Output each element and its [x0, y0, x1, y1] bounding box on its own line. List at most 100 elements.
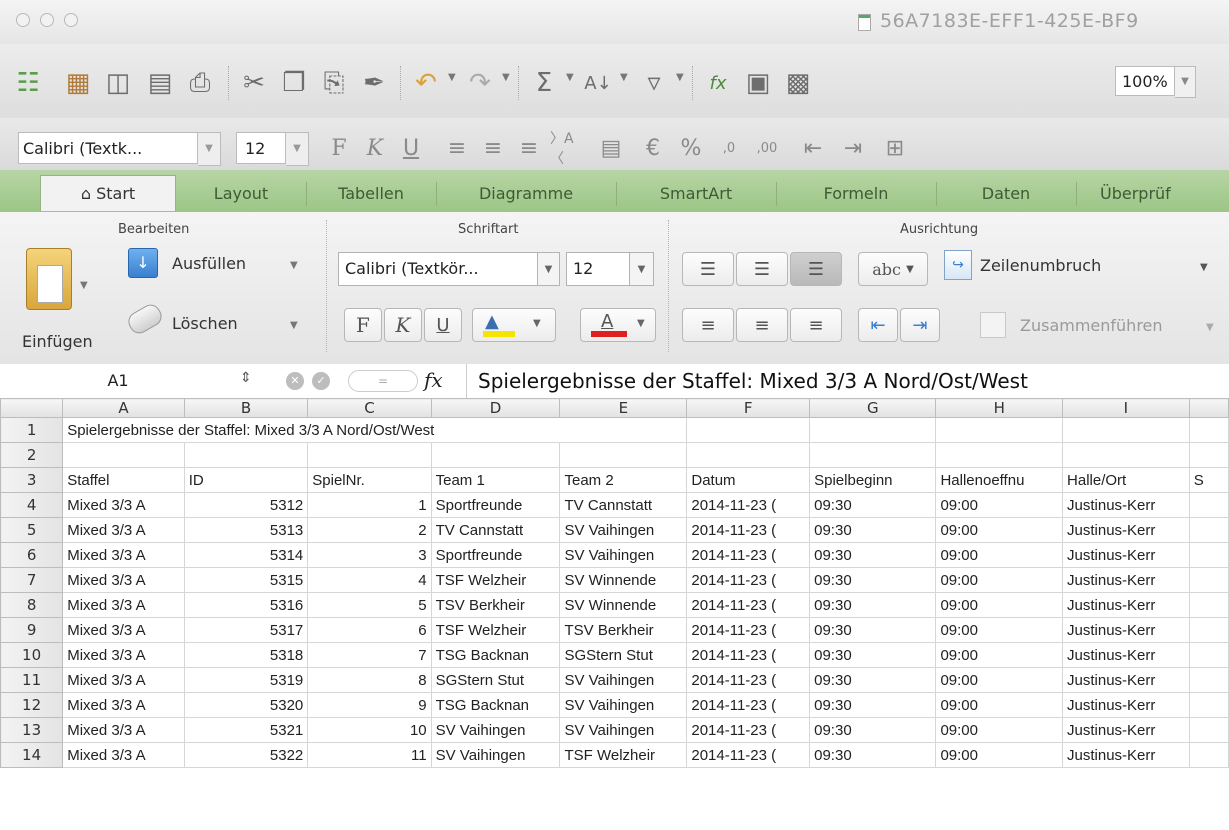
- row-header[interactable]: 8: [0, 592, 64, 618]
- merge-icon[interactable]: [980, 312, 1006, 338]
- cell[interactable]: [1062, 417, 1190, 443]
- cell[interactable]: 5320: [183, 692, 309, 718]
- cell[interactable]: 09:00: [935, 617, 1064, 643]
- cell[interactable]: Mixed 3/3 A: [62, 642, 185, 668]
- confirm-entry-icon[interactable]: ✓: [312, 372, 330, 390]
- autosum-icon[interactable]: Σ: [526, 66, 562, 100]
- cell[interactable]: Justinus-Kerr: [1062, 567, 1190, 593]
- cell[interactable]: Mixed 3/3 A: [62, 492, 185, 518]
- align-bottom-icon[interactable]: ☰: [790, 252, 842, 286]
- merge-cells-icon[interactable]: 〉A〈: [550, 131, 584, 167]
- cell[interactable]: [1188, 642, 1229, 668]
- fill-dropdown-icon[interactable]: ▼: [290, 260, 298, 271]
- cell[interactable]: TSF Welzheir: [430, 567, 561, 593]
- cell[interactable]: 2014-11-23 (: [686, 717, 811, 743]
- merge-button[interactable]: Zusammenführen: [1020, 316, 1163, 335]
- tab-ueberpruefen[interactable]: Überprüf: [1100, 176, 1229, 212]
- autosum-dropdown-icon[interactable]: ▼: [566, 72, 574, 83]
- cell[interactable]: Justinus-Kerr: [1062, 592, 1190, 618]
- cell[interactable]: Sportfreunde: [430, 542, 561, 568]
- font-dropdown-icon[interactable]: ▼: [198, 132, 221, 166]
- cell[interactable]: 2014-11-23 (: [686, 492, 811, 518]
- cell[interactable]: [62, 442, 185, 468]
- gallery-toggle-icon[interactable]: ▣: [740, 66, 776, 100]
- row-header[interactable]: 10: [0, 642, 64, 668]
- cell[interactable]: 09:30: [809, 617, 937, 643]
- cell[interactable]: 5322: [183, 742, 309, 768]
- row-header[interactable]: 9: [0, 617, 64, 643]
- euro-icon[interactable]: €: [638, 132, 668, 164]
- cell[interactable]: SV Vaihingen: [430, 717, 561, 743]
- header-cell[interactable]: Team 1: [430, 467, 561, 493]
- cell[interactable]: [1188, 567, 1229, 593]
- cell[interactable]: TSG Backnan: [430, 642, 561, 668]
- paste-button[interactable]: Einfügen: [22, 332, 93, 351]
- tab-start[interactable]: ⌂ Start: [40, 175, 176, 211]
- undo-icon[interactable]: ↶: [408, 66, 444, 100]
- align-top-icon[interactable]: ☰: [682, 252, 734, 286]
- redo-dropdown-icon[interactable]: ▼: [502, 72, 510, 83]
- text-orientation-button[interactable]: abc ▼: [858, 252, 928, 286]
- cell[interactable]: [935, 417, 1064, 443]
- cell[interactable]: TSF Welzheir: [430, 617, 561, 643]
- cell[interactable]: TV Cannstatt: [430, 517, 561, 543]
- cell[interactable]: 09:30: [809, 667, 937, 693]
- cell[interactable]: 09:30: [809, 592, 937, 618]
- cell[interactable]: 5321: [183, 717, 309, 743]
- cell[interactable]: SV Vaihingen: [559, 667, 688, 693]
- cell[interactable]: SGStern Stut: [430, 667, 561, 693]
- name-box-stepper-icon[interactable]: ⇕: [240, 370, 252, 386]
- cell[interactable]: [1188, 442, 1229, 468]
- cell[interactable]: SV Vaihingen: [559, 717, 688, 743]
- filter-dropdown-icon[interactable]: ▼: [676, 72, 684, 83]
- formula-builder-icon[interactable]: =: [348, 370, 418, 392]
- highlight-color-button[interactable]: ▲ ▼: [472, 308, 556, 342]
- cell[interactable]: [307, 442, 432, 468]
- close-window-button[interactable]: [16, 13, 30, 27]
- cell[interactable]: 09:00: [935, 667, 1064, 693]
- cell[interactable]: 4: [307, 567, 432, 593]
- tab-smartart[interactable]: SmartArt: [616, 176, 776, 212]
- tab-layout[interactable]: Layout: [176, 176, 306, 212]
- column-header[interactable]: A: [62, 398, 185, 418]
- cell[interactable]: 09:30: [809, 492, 937, 518]
- clear-dropdown-icon[interactable]: ▼: [290, 320, 298, 331]
- cell[interactable]: 2014-11-23 (: [686, 592, 811, 618]
- gallery-icon[interactable]: ▦: [60, 66, 96, 100]
- row-header[interactable]: 11: [0, 667, 64, 693]
- cell[interactable]: SV Vaihingen: [430, 742, 561, 768]
- cell[interactable]: Mixed 3/3 A: [62, 567, 185, 593]
- column-header[interactable]: E: [559, 398, 688, 418]
- cell[interactable]: 5: [307, 592, 432, 618]
- cell[interactable]: 09:00: [935, 717, 1064, 743]
- cell[interactable]: Justinus-Kerr: [1062, 642, 1190, 668]
- cell[interactable]: [1188, 492, 1229, 518]
- header-cell[interactable]: S: [1188, 467, 1229, 493]
- align-middle-icon[interactable]: ☰: [736, 252, 788, 286]
- cell[interactable]: [935, 442, 1064, 468]
- row-header[interactable]: 2: [0, 442, 64, 468]
- eraser-icon[interactable]: [124, 300, 166, 338]
- ribbon-italic-icon[interactable]: K: [384, 308, 422, 342]
- formula-input[interactable]: Spielergebnisse der Staffel: Mixed 3/3 A…: [478, 364, 1028, 398]
- align-center-text-icon[interactable]: ≡: [736, 308, 788, 342]
- filter-icon[interactable]: ▿: [636, 66, 672, 100]
- cell[interactable]: 2014-11-23 (: [686, 567, 811, 593]
- name-box[interactable]: A1: [0, 364, 236, 398]
- bold-icon[interactable]: F: [322, 132, 356, 164]
- cell[interactable]: 11: [307, 742, 432, 768]
- increase-indent-icon[interactable]: ⇥: [900, 308, 940, 342]
- cell[interactable]: 09:30: [809, 642, 937, 668]
- cell[interactable]: Mixed 3/3 A: [62, 617, 185, 643]
- cell[interactable]: 09:00: [935, 492, 1064, 518]
- column-header[interactable]: I: [1062, 398, 1190, 418]
- cell[interactable]: Mixed 3/3 A: [62, 667, 185, 693]
- cell[interactable]: 5318: [183, 642, 309, 668]
- redo-icon[interactable]: ↷: [462, 66, 498, 100]
- header-cell[interactable]: Halle/Ort: [1062, 467, 1190, 493]
- row-header[interactable]: 1: [0, 417, 64, 443]
- cell[interactable]: [183, 442, 309, 468]
- insert-function-icon[interactable]: fx: [424, 368, 443, 392]
- font-size-dropdown-icon[interactable]: ▼: [286, 132, 309, 166]
- font-size-field[interactable]: 12: [236, 132, 286, 164]
